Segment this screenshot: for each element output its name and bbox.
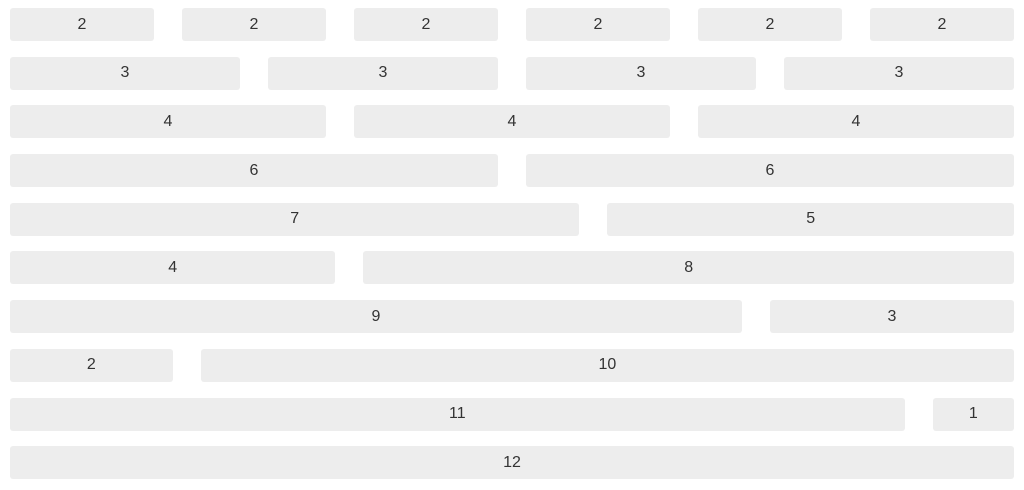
grid-column-cell: 2 [182, 8, 326, 41]
grid-row: 3333 [10, 56, 1014, 90]
grid-column-cell: 11 [10, 397, 905, 431]
grid-row: 11 1 [10, 397, 1014, 431]
grid-column-cell: 2 [870, 8, 1014, 41]
grid-column-cell: 8 [363, 251, 1014, 285]
grid-column-cell: 2 [698, 8, 842, 41]
grid-column-cell: 3 [526, 56, 756, 90]
grid-column-cell: 10 [200, 348, 1014, 382]
grid-row: 66 [10, 154, 1014, 188]
grid-column-cell: 4 [698, 105, 1014, 139]
grid-column-cell: 9 [10, 300, 742, 334]
grid-column-cell: 3 [10, 56, 240, 90]
grid-column-cell: 2 [10, 8, 154, 41]
grid-column-cell: 6 [10, 154, 498, 188]
grid-column-cell: 2 [10, 348, 173, 382]
grid-column-cell: 3 [268, 56, 498, 90]
column-grid: 2 2 2 2 2 2 3 3 3 3 4 4 4 6 6 7 5 4 8 9 3 2 10 11 1 12 [0, 0, 1024, 490]
grid-column-cell: 2 [526, 8, 670, 41]
grid-column-cell: 2 [354, 8, 498, 41]
grid-row: 93 [10, 300, 1014, 334]
grid-row: 75 [10, 202, 1014, 236]
grid-column-cell: 4 [10, 105, 326, 139]
grid-row: 444 [10, 105, 1014, 139]
grid-row: 12 [10, 446, 1014, 480]
grid-column-cell: 4 [354, 105, 670, 139]
grid-column-cell: 3 [784, 56, 1014, 90]
grid-column-cell: 4 [10, 251, 336, 285]
grid-row: 48 [10, 251, 1014, 285]
grid-column-cell: 7 [10, 202, 580, 236]
grid-column-cell: 12 [10, 446, 1014, 480]
grid-column-cell: 3 [770, 300, 1014, 334]
grid-column-cell: 6 [526, 154, 1014, 188]
grid-row: 2 10 [10, 348, 1014, 382]
grid-column-cell: 5 [607, 202, 1014, 236]
grid-column-cell: 1 [932, 397, 1014, 431]
grid-row: 222222 [10, 8, 1014, 41]
